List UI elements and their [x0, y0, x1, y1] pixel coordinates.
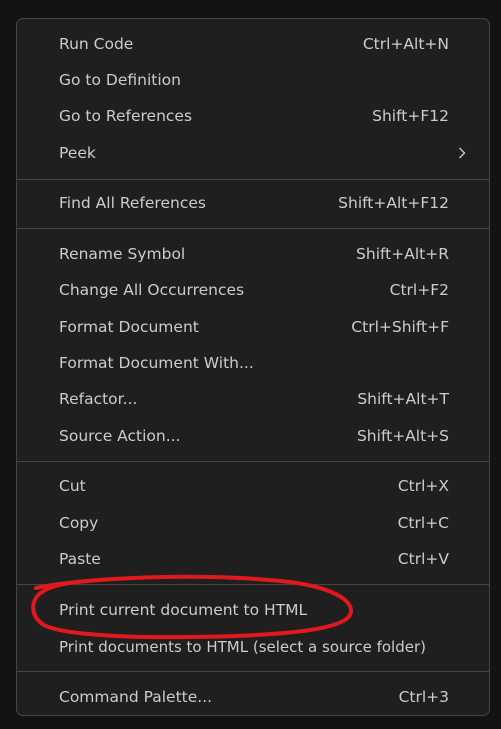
menu-item-label: Run Code [59, 35, 134, 53]
menu-item-shortcut: Shift+Alt+R [356, 245, 449, 263]
menu-item-label: Refactor... [59, 390, 138, 408]
menu-item-shortcut: Shift+Alt+S [356, 427, 449, 445]
menu-item-label: Go to Definition [59, 71, 181, 89]
menu-item-command-palette[interactable]: Command Palette... Ctrl+3 [17, 679, 489, 715]
menu-item-format-document[interactable]: Format Document Ctrl+Shift+F [17, 309, 489, 345]
menu-item-label: Format Document With... [59, 354, 254, 372]
menu-item-label: Copy [59, 514, 99, 532]
menu-item-label: Peek [59, 144, 96, 162]
menu-item-shortcut: Ctrl+Alt+N [362, 35, 449, 53]
menu-item-shortcut: Shift+Alt+T [357, 390, 449, 408]
menu-item-go-to-references[interactable]: Go to References Shift+F12 [17, 98, 489, 134]
menu-item-find-all-references[interactable]: Find All References Shift+Alt+F12 [17, 185, 489, 221]
menu-item-shortcut: Ctrl+V [397, 550, 449, 568]
menu-item-copy[interactable]: Copy Ctrl+C [17, 505, 489, 541]
menu-separator [17, 461, 489, 462]
menu-item-shortcut: Ctrl+X [397, 477, 449, 495]
menu-separator [17, 179, 489, 180]
menu-item-run-code[interactable]: Run Code Ctrl+Alt+N [17, 26, 489, 62]
menu-item-label: Rename Symbol [59, 245, 186, 263]
menu-item-label: Source Action... [59, 427, 181, 445]
menu-item-format-document-with[interactable]: Format Document With... [17, 345, 489, 381]
menu-item-print-documents-to-html[interactable]: Print documents to HTML (select a source… [17, 629, 489, 665]
context-menu: Run Code Ctrl+Alt+N Go to Definition Go … [16, 18, 490, 716]
menu-item-peek[interactable]: Peek [17, 135, 489, 171]
menu-item-paste[interactable]: Paste Ctrl+V [17, 541, 489, 577]
menu-item-source-action[interactable]: Source Action... Shift+Alt+S [17, 418, 489, 454]
menu-item-shortcut: Ctrl+Shift+F [351, 318, 449, 336]
menu-item-shortcut: Ctrl+3 [398, 688, 449, 706]
menu-item-label: Go to References [59, 107, 193, 125]
menu-item-refactor[interactable]: Refactor... Shift+Alt+T [17, 381, 489, 417]
menu-item-shortcut: Ctrl+C [397, 514, 449, 532]
menu-item-label: Command Palette... [59, 688, 213, 706]
menu-item-rename-symbol[interactable]: Rename Symbol Shift+Alt+R [17, 236, 489, 272]
menu-item-label: Print documents to HTML (select a source… [59, 638, 426, 656]
menu-item-cut[interactable]: Cut Ctrl+X [17, 468, 489, 504]
menu-item-shortcut: Shift+F12 [372, 107, 449, 125]
menu-separator [17, 584, 489, 585]
menu-item-label: Format Document [59, 318, 199, 336]
menu-separator [17, 671, 489, 672]
menu-item-label: Print current document to HTML [59, 601, 308, 619]
menu-item-change-all-occurrences[interactable]: Change All Occurrences Ctrl+F2 [17, 272, 489, 308]
menu-item-print-current-document-to-html[interactable]: Print current document to HTML [17, 592, 489, 628]
menu-separator [17, 228, 489, 229]
menu-item-go-to-definition[interactable]: Go to Definition [17, 62, 489, 98]
chevron-right-icon [455, 146, 469, 160]
menu-item-shortcut: Shift+Alt+F12 [338, 194, 449, 212]
menu-item-label: Find All References [59, 194, 206, 212]
menu-item-label: Change All Occurrences [59, 281, 245, 299]
menu-item-shortcut: Ctrl+F2 [389, 281, 449, 299]
menu-item-label: Paste [59, 550, 101, 568]
menu-item-label: Cut [59, 477, 86, 495]
